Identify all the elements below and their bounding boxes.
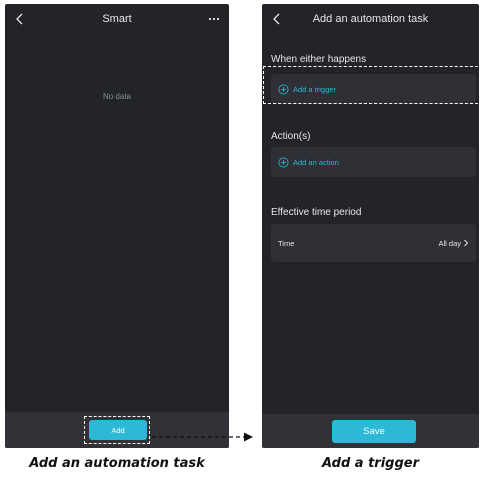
time-label: Time — [278, 238, 295, 248]
smart-screen: Smart No data Add — [5, 4, 229, 448]
plus-circle-icon — [278, 157, 289, 167]
bottom-bar: Save — [262, 414, 479, 448]
plus-circle-icon — [278, 84, 289, 94]
add-button[interactable]: Add — [89, 420, 147, 440]
save-button[interactable]: Save — [332, 420, 416, 443]
chevron-right-icon — [464, 239, 469, 247]
add-trigger-label: Add a trigger — [293, 84, 336, 94]
back-chevron-icon[interactable] — [12, 11, 28, 27]
when-section-title: When either happens — [271, 54, 367, 65]
actions-section-title: Action(s) — [271, 131, 311, 142]
add-action-row[interactable]: Add an action — [271, 147, 476, 177]
more-icon[interactable] — [207, 12, 221, 26]
caption-right: Add a trigger — [321, 456, 420, 471]
time-section-title: Effective time period — [271, 207, 362, 218]
page-title: Smart — [102, 13, 132, 25]
time-value: All day — [438, 238, 461, 248]
page-title: Add an automation task — [312, 13, 429, 25]
stage: Smart No data Add Add an automation task… — [0, 0, 483, 480]
back-chevron-icon[interactable] — [269, 11, 285, 27]
caption-left: Add an automation task — [29, 456, 205, 471]
bottom-bar: Add — [5, 412, 229, 448]
automation-topbar: Add an automation task — [262, 4, 479, 34]
smart-topbar: Smart — [5, 4, 229, 34]
add-action-label: Add an action — [293, 157, 339, 167]
add-trigger-row[interactable]: Add a trigger — [271, 74, 476, 104]
empty-state-text: No data — [102, 92, 132, 101]
add-automation-screen: Add an automation task When either happe… — [262, 4, 479, 448]
time-row[interactable]: Time All day — [271, 224, 476, 262]
